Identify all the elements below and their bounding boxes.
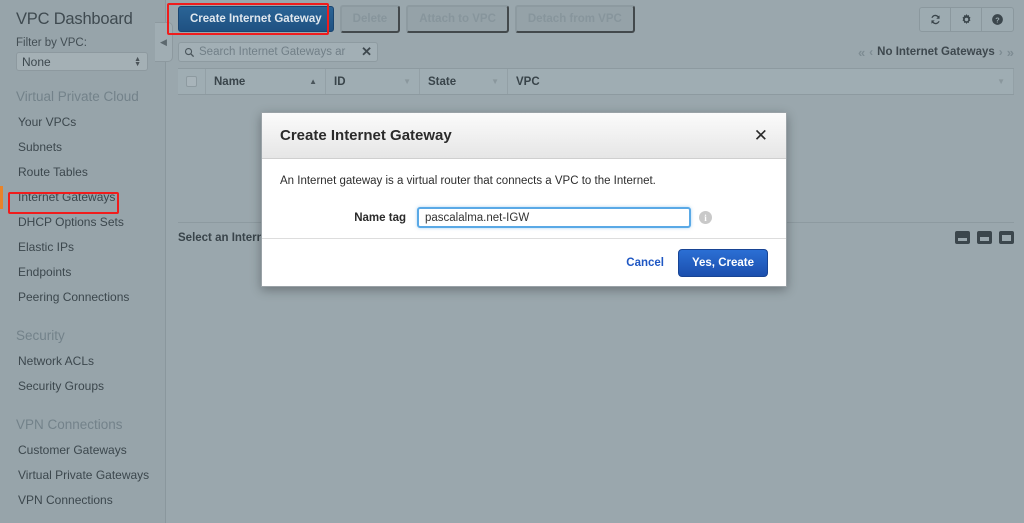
search-clear-icon[interactable]: ✕ bbox=[361, 44, 372, 60]
sidebar-item-dhcp-options-sets[interactable]: DHCP Options Sets bbox=[0, 210, 165, 235]
sidebar-item-elastic-ips[interactable]: Elastic IPs bbox=[0, 235, 165, 260]
select-all-checkbox-cell[interactable] bbox=[178, 69, 206, 94]
help-button[interactable]: ? bbox=[982, 8, 1013, 31]
panel-bottom-small-icon[interactable] bbox=[955, 231, 970, 244]
help-icon: ? bbox=[992, 13, 1003, 25]
column-label: VPC bbox=[516, 75, 540, 88]
sidebar-group-label: Virtual Private Cloud bbox=[16, 89, 139, 104]
name-tag-row: Name tag i bbox=[280, 207, 768, 228]
search-placeholder: Search Internet Gateways ar bbox=[199, 46, 346, 58]
dialog-footer: Cancel Yes, Create bbox=[262, 238, 786, 286]
attach-to-vpc-button: Attach to VPC bbox=[406, 5, 509, 33]
create-internet-gateway-dialog: Create Internet Gateway ✕ An Internet ga… bbox=[261, 112, 787, 287]
column-label: ID bbox=[334, 75, 346, 88]
sidebar-item-subnets[interactable]: Subnets bbox=[0, 135, 165, 160]
dialog-description: An Internet gateway is a virtual router … bbox=[280, 175, 656, 187]
refresh-icon bbox=[930, 14, 940, 24]
last-page-button[interactable]: » bbox=[1007, 45, 1014, 60]
dialog-body: An Internet gateway is a virtual router … bbox=[262, 159, 786, 228]
filter-by-vpc-label: Filter by VPC: bbox=[16, 37, 87, 49]
select-all-checkbox[interactable] bbox=[186, 76, 197, 87]
sidebar-item-peering-connections[interactable]: Peering Connections bbox=[0, 285, 165, 310]
sidebar-group-vpc: Virtual Private Cloud Your VPCs Subnets … bbox=[0, 71, 165, 310]
name-tag-label: Name tag bbox=[354, 211, 406, 224]
toolbar-icon-group: ? bbox=[919, 6, 1014, 32]
sidebar-item-vpn-connections[interactable]: VPN Connections bbox=[0, 488, 165, 513]
search-bar: Search Internet Gateways ar ✕ « ‹ No Int… bbox=[166, 38, 1024, 66]
dialog-header: Create Internet Gateway ✕ bbox=[262, 113, 786, 159]
name-tag-input[interactable] bbox=[417, 207, 691, 228]
sidebar-item-your-vpcs[interactable]: Your VPCs bbox=[0, 110, 165, 135]
sidebar-group-label: VPN Connections bbox=[16, 417, 123, 432]
gear-icon bbox=[962, 13, 970, 24]
detail-panel-text: Select an Intern bbox=[178, 231, 264, 244]
sidebar-group-vpn: VPN Connections Customer Gateways Virtua… bbox=[0, 399, 165, 513]
delete-button: Delete bbox=[339, 5, 401, 33]
next-page-button[interactable]: › bbox=[999, 45, 1003, 59]
svg-text:?: ? bbox=[995, 15, 1000, 24]
stepper-arrows-icon: ▲ ▼ bbox=[134, 55, 141, 68]
sidebar-item-security-groups[interactable]: Security Groups bbox=[0, 374, 165, 399]
table-header: Name ▲ ID ▼ State ▼ VPC ▼ bbox=[178, 68, 1014, 95]
toolbar: Create Internet Gateway Delete Attach to… bbox=[166, 0, 1024, 38]
sort-icon: ▼ bbox=[491, 77, 499, 86]
sidebar-item-customer-gateways[interactable]: Customer Gateways bbox=[0, 438, 165, 463]
column-header-id[interactable]: ID ▼ bbox=[326, 69, 420, 94]
refresh-button[interactable] bbox=[920, 7, 951, 31]
sidebar-item-virtual-private-gateways[interactable]: Virtual Private Gateways bbox=[0, 463, 165, 488]
info-icon[interactable]: i bbox=[699, 211, 712, 224]
sidebar-item-network-acls[interactable]: Network ACLs bbox=[0, 349, 165, 374]
close-icon[interactable]: ✕ bbox=[754, 127, 768, 144]
yes-create-button[interactable]: Yes, Create bbox=[677, 248, 768, 277]
detach-from-vpc-button: Detach from VPC bbox=[514, 5, 635, 33]
column-header-state[interactable]: State ▼ bbox=[420, 69, 508, 94]
prev-page-button[interactable]: ‹ bbox=[869, 45, 873, 59]
filter-by-vpc-select[interactable]: None ▲ ▼ bbox=[16, 52, 148, 71]
panel-layout-toggles bbox=[955, 231, 1014, 244]
dialog-title: Create Internet Gateway bbox=[280, 127, 452, 144]
panel-bottom-medium-icon[interactable] bbox=[977, 231, 992, 244]
column-label: Name bbox=[214, 75, 246, 88]
panel-bottom-large-icon[interactable] bbox=[999, 231, 1014, 244]
pagination-status: No Internet Gateways bbox=[877, 46, 995, 58]
filter-by-vpc-value: None bbox=[22, 54, 51, 69]
sort-ascending-icon: ▲ bbox=[309, 77, 317, 86]
sort-icon: ▼ bbox=[997, 77, 1005, 86]
page-title: VPC Dashboard bbox=[16, 10, 133, 28]
settings-button[interactable] bbox=[951, 7, 982, 31]
search-input[interactable]: Search Internet Gateways ar ✕ bbox=[178, 42, 378, 62]
pagination: « ‹ No Internet Gateways › » bbox=[858, 45, 1014, 60]
sort-icon: ▼ bbox=[403, 77, 411, 86]
sidebar-item-route-tables[interactable]: Route Tables bbox=[0, 160, 165, 185]
cancel-button[interactable]: Cancel bbox=[626, 257, 664, 269]
sidebar-item-endpoints[interactable]: Endpoints bbox=[0, 260, 165, 285]
create-internet-gateway-button[interactable]: Create Internet Gateway bbox=[178, 6, 334, 32]
sidebar: VPC Dashboard Filter by VPC: None ▲ ▼ Vir… bbox=[0, 0, 166, 523]
sidebar-group-label: Security bbox=[16, 328, 65, 343]
sidebar-item-internet-gateways[interactable]: Internet Gateways bbox=[0, 185, 165, 210]
column-header-vpc[interactable]: VPC ▼ bbox=[508, 69, 1014, 94]
sidebar-group-security: Security Network ACLs Security Groups bbox=[0, 310, 165, 399]
column-header-name[interactable]: Name ▲ bbox=[206, 69, 326, 94]
first-page-button[interactable]: « bbox=[858, 45, 865, 60]
search-icon bbox=[184, 47, 195, 57]
column-label: State bbox=[428, 75, 457, 88]
